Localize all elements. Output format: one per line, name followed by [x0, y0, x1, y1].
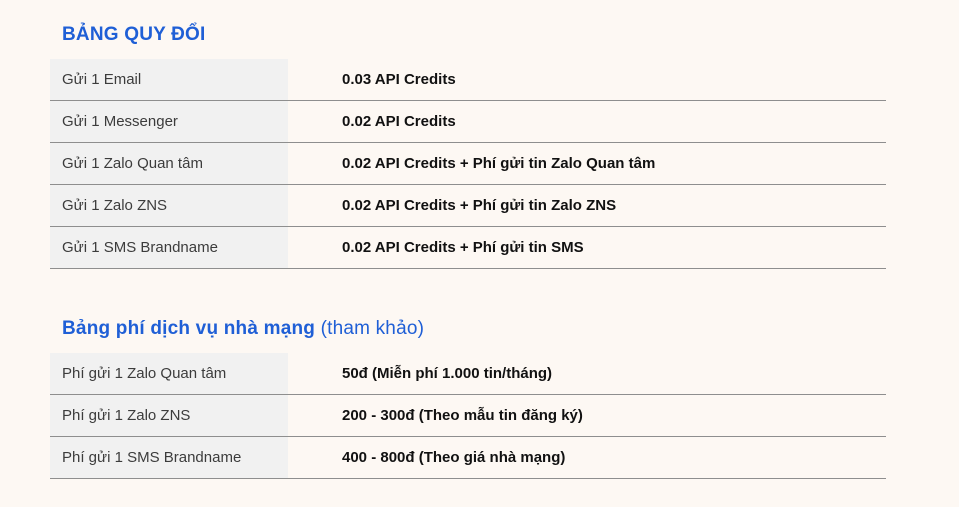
carrier-fee-table: Phí gửi 1 Zalo Quan tâm 50đ (Miễn phí 1.… [50, 353, 886, 479]
conversion-table: Gửi 1 Email 0.03 API Credits Gửi 1 Messe… [50, 59, 886, 269]
row-value: 200 - 300đ (Theo mẫu tin đăng ký) [342, 407, 583, 424]
pricing-page: BẢNG QUY ĐỔI Gửi 1 Email 0.03 API Credit… [0, 0, 959, 507]
carrier-fee-title-note: (tham khảo) [320, 318, 425, 339]
carrier-fee-table-title: Bảng phí dịch vụ nhà mạng (tham khảo) [62, 318, 424, 340]
row-label: Gửi 1 SMS Brandname [50, 227, 288, 268]
row-value: 50đ (Miễn phí 1.000 tin/tháng) [342, 365, 553, 382]
row-label: Phí gửi 1 SMS Brandname [50, 437, 288, 478]
row-value: 0.03 API Credits [342, 71, 456, 88]
table-row: Phí gửi 1 Zalo Quan tâm 50đ (Miễn phí 1.… [50, 353, 886, 395]
carrier-fee-title-text: Bảng phí dịch vụ nhà mạng [62, 318, 316, 339]
row-value: 0.02 API Credits + Phí gửi tin Zalo ZNS [342, 197, 617, 214]
table-row: Gửi 1 Email 0.03 API Credits [50, 59, 886, 101]
row-label: Gửi 1 Email [50, 59, 288, 100]
row-value: 0.02 API Credits + Phí gửi tin SMS [342, 239, 584, 256]
row-label: Phí gửi 1 Zalo ZNS [50, 395, 288, 436]
row-label: Gửi 1 Zalo Quan tâm [50, 143, 288, 184]
table-row: Gửi 1 Messenger 0.02 API Credits [50, 101, 886, 143]
table-row: Gửi 1 SMS Brandname 0.02 API Credits + P… [50, 227, 886, 269]
row-label: Gửi 1 Messenger [50, 101, 288, 142]
table-row: Gửi 1 Zalo Quan tâm 0.02 API Credits + P… [50, 143, 886, 185]
conversion-table-title: BẢNG QUY ĐỔI [62, 24, 206, 46]
row-label: Gửi 1 Zalo ZNS [50, 185, 288, 226]
row-value: 400 - 800đ (Theo giá nhà mạng) [342, 449, 566, 466]
row-label: Phí gửi 1 Zalo Quan tâm [50, 353, 288, 394]
row-value: 0.02 API Credits [342, 113, 456, 130]
table-row: Phí gửi 1 Zalo ZNS 200 - 300đ (Theo mẫu … [50, 395, 886, 437]
table-row: Phí gửi 1 SMS Brandname 400 - 800đ (Theo… [50, 437, 886, 479]
row-value: 0.02 API Credits + Phí gửi tin Zalo Quan… [342, 155, 656, 172]
table-row: Gửi 1 Zalo ZNS 0.02 API Credits + Phí gử… [50, 185, 886, 227]
conversion-table-title-text: BẢNG QUY ĐỔI [62, 24, 206, 45]
